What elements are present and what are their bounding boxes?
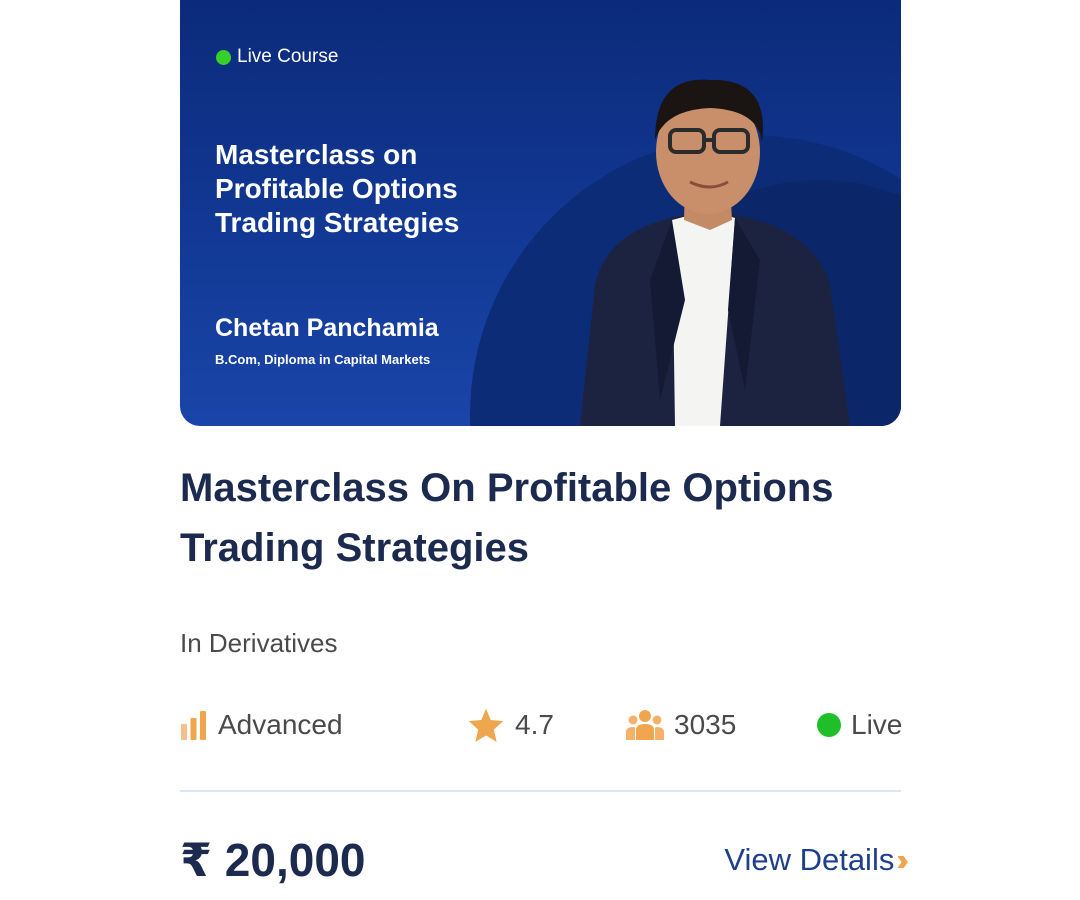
people-group-icon (626, 710, 664, 740)
course-title: Masterclass On Profitable Options Tradin… (180, 466, 834, 570)
course-banner[interactable]: Live Course Masterclass on Profitable Op… (180, 0, 901, 426)
presenter-name: Chetan Panchamia (215, 314, 439, 342)
presenter-photo (580, 79, 850, 426)
banner-title: Masterclass on Profitable Options Tradin… (215, 139, 460, 238)
presenter-credentials: B.Com, Diploma in Capital Markets (215, 352, 431, 367)
view-details-label: View Details (724, 842, 895, 877)
course-learners: 3035 (626, 704, 736, 746)
course-level-label: Advanced (218, 709, 343, 740)
course-category: In Derivatives (180, 628, 338, 658)
course-status: Live (817, 704, 902, 746)
course-rating-value: 4.7 (515, 709, 554, 740)
live-course-tag: Live Course (216, 46, 338, 68)
course-card[interactable]: Live Course Masterclass on Profitable Op… (180, 0, 908, 900)
live-status-dot-icon (817, 713, 841, 737)
double-chevron-right-icon: ›› (896, 842, 908, 877)
course-learners-count: 3035 (674, 709, 737, 740)
divider (180, 790, 901, 792)
live-course-label: Live Course (237, 46, 339, 67)
course-price: ₹ 20,000 (180, 834, 366, 886)
course-level: Advanced (180, 704, 343, 746)
star-icon (468, 708, 504, 742)
bar-chart-icon (181, 711, 206, 740)
course-rating: 4.7 (467, 704, 554, 746)
course-status-label: Live (851, 709, 903, 740)
view-details-link[interactable]: View Details ›› (724, 842, 908, 878)
live-dot-icon (216, 49, 231, 65)
